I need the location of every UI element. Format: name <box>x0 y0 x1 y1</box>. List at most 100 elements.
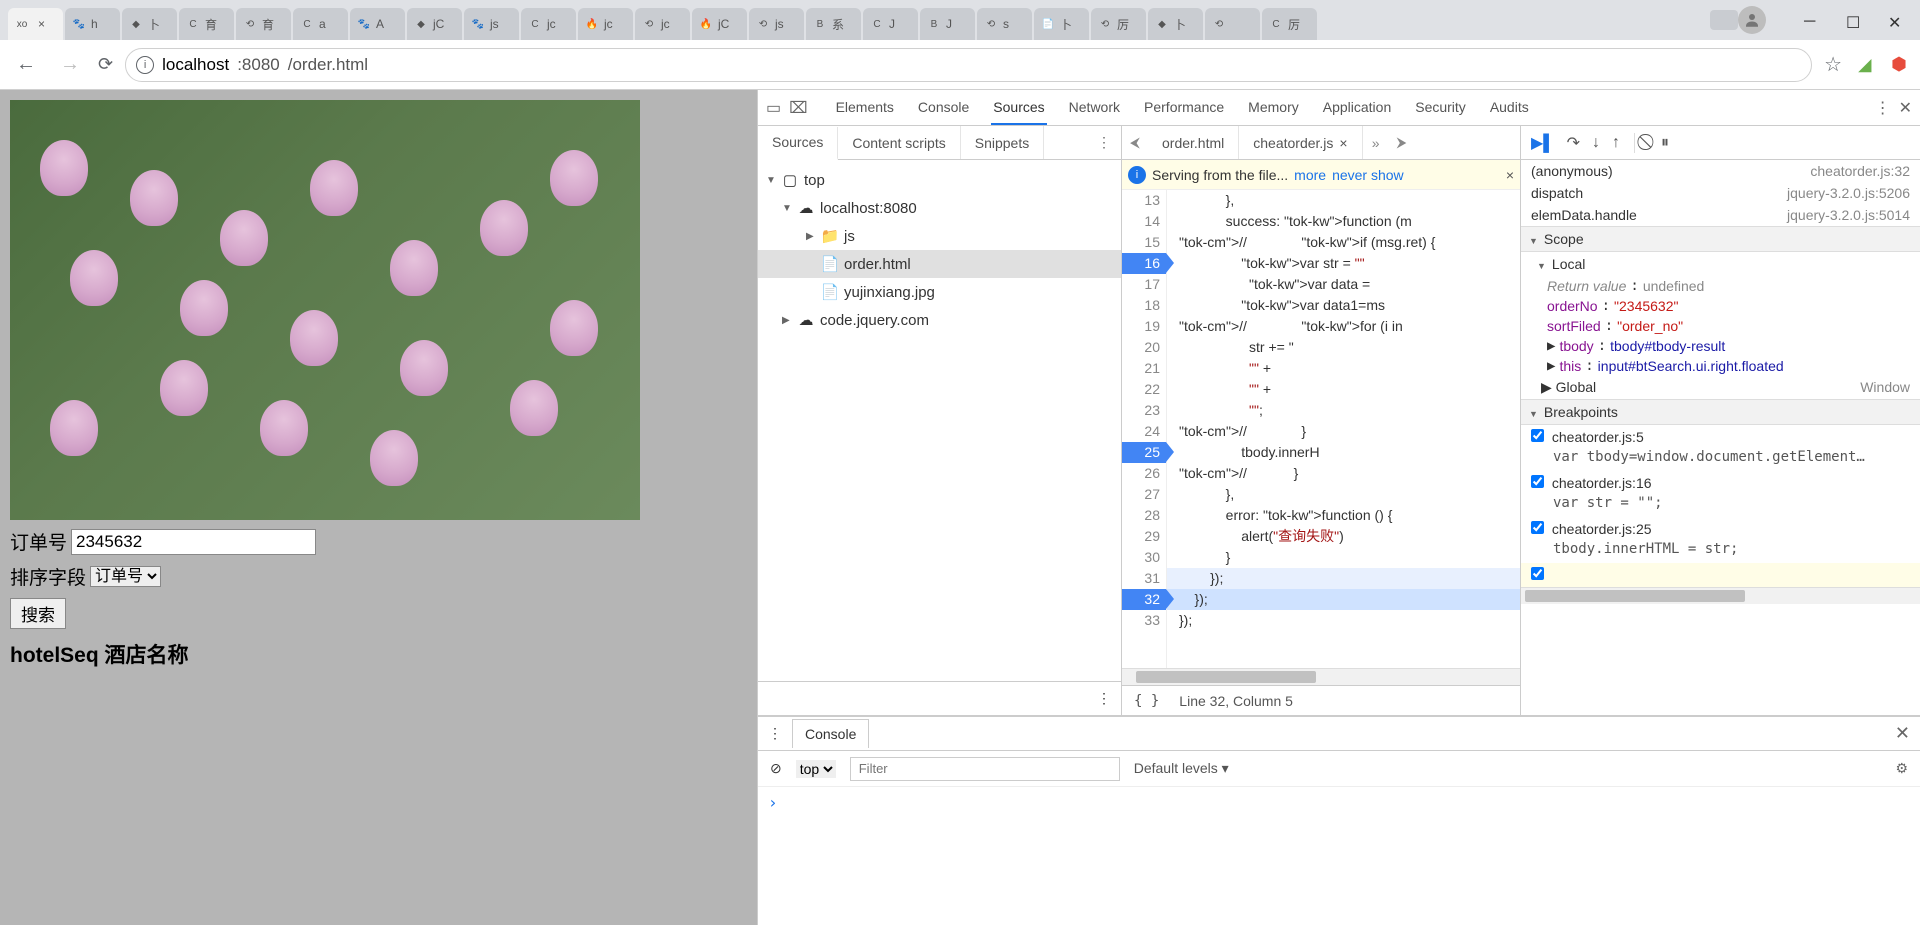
breakpoint-item[interactable]: cheatorder.js:5 <box>1521 425 1920 449</box>
gutter-line[interactable]: 25 <box>1122 442 1166 463</box>
scope-local-header[interactable]: Local <box>1521 252 1920 276</box>
scope-variable[interactable]: Return value: undefined <box>1521 276 1920 296</box>
step-over-icon[interactable]: ↷ <box>1567 133 1580 153</box>
inspect-icon[interactable]: ▭ <box>766 98 781 118</box>
gutter-line[interactable]: 32 <box>1122 589 1166 610</box>
gutter-line[interactable]: 13 <box>1122 190 1166 211</box>
scope-variable[interactable]: sortFiled: "order_no" <box>1521 316 1920 336</box>
tree-folder-js[interactable]: ▶📁js <box>758 222 1121 250</box>
tree-file-order-html[interactable]: 📄order.html <box>758 250 1121 278</box>
breakpoint-checkbox[interactable] <box>1531 475 1544 488</box>
gutter-line[interactable]: 29 <box>1122 526 1166 547</box>
drawer-menu-icon[interactable]: ⋮ <box>768 725 782 742</box>
browser-tab[interactable]: C育 <box>179 8 234 40</box>
gutter-line[interactable]: 30 <box>1122 547 1166 568</box>
step-into-icon[interactable]: ↓ <box>1592 134 1600 152</box>
forward-button[interactable]: → <box>54 47 86 82</box>
extension-icon-1[interactable]: ◢ <box>1854 54 1876 76</box>
maximize-button[interactable]: ☐ <box>1846 13 1860 27</box>
gutter-line[interactable]: 20 <box>1122 337 1166 358</box>
devtools-tab-performance[interactable]: Performance <box>1142 91 1226 125</box>
clear-console-icon[interactable]: ⊘ <box>770 760 782 777</box>
breakpoint-checkbox[interactable] <box>1531 429 1544 442</box>
browser-tab[interactable]: xo× <box>8 8 63 40</box>
devtools-close-icon[interactable]: ✕ <box>1899 98 1912 118</box>
callstack-frame[interactable]: (anonymous)cheatorder.js:32 <box>1521 160 1920 182</box>
gutter-line[interactable]: 17 <box>1122 274 1166 295</box>
scope-header[interactable]: Scope <box>1521 226 1920 252</box>
browser-tab[interactable]: 📄卜 <box>1034 8 1089 40</box>
devtools-tab-network[interactable]: Network <box>1067 91 1122 125</box>
browser-tab[interactable]: ⟲育 <box>236 8 291 40</box>
sort-select[interactable]: 订单号 <box>90 566 161 587</box>
code-line[interactable]: str += " <box>1167 337 1520 358</box>
close-tab-icon[interactable]: × <box>38 17 45 31</box>
browser-tab[interactable]: ⟲厉 <box>1091 8 1146 40</box>
devtools-menu-icon[interactable]: ⋮ <box>1875 98 1891 118</box>
gutter-line[interactable]: 18 <box>1122 295 1166 316</box>
code-line[interactable]: "" + <box>1167 358 1520 379</box>
code-line[interactable]: tbody.innerH <box>1167 442 1520 463</box>
nav-tab-sources[interactable]: Sources <box>758 127 838 160</box>
profile-avatar[interactable] <box>1738 6 1766 34</box>
reload-button[interactable]: ⟳ <box>98 54 113 75</box>
tree-top[interactable]: ▼▢top <box>758 166 1121 194</box>
code-line[interactable]: success: "tok-kw">function (m <box>1167 211 1520 232</box>
breakpoint-checkbox[interactable] <box>1531 521 1544 534</box>
gutter-line[interactable]: 22 <box>1122 379 1166 400</box>
scope-variable[interactable]: ▶ this: input#btSearch.ui.right.floated <box>1521 356 1920 376</box>
code-line[interactable]: "" + <box>1167 379 1520 400</box>
code-line[interactable]: }); <box>1167 589 1520 610</box>
close-window-button[interactable]: ✕ <box>1888 13 1902 27</box>
pause-exceptions-icon[interactable]: ⏸ <box>1661 134 1669 152</box>
gutter-line[interactable]: 26 <box>1122 463 1166 484</box>
navigator-menu-icon[interactable]: ⋮ <box>1097 690 1111 707</box>
step-out-icon[interactable]: ↑ <box>1612 134 1620 152</box>
file-tab-order[interactable]: order.html <box>1148 126 1239 159</box>
info-nevershow-link[interactable]: never show <box>1332 167 1404 183</box>
code-line[interactable]: "tok-cm">// } <box>1167 421 1520 442</box>
gutter-line[interactable]: 15 <box>1122 232 1166 253</box>
code-line[interactable]: "tok-cm">// "tok-kw">for (i in <box>1167 316 1520 337</box>
scope-variable[interactable]: orderNo: "2345632" <box>1521 296 1920 316</box>
breakpoint-item[interactable]: cheatorder.js:25 <box>1521 517 1920 541</box>
device-toggle-icon[interactable]: ⌧ <box>789 98 807 118</box>
browser-tab[interactable]: 🔥jC <box>692 8 747 40</box>
tree-cdn[interactable]: ▶☁code.jquery.com <box>758 306 1121 334</box>
gutter-line[interactable]: 31 <box>1122 568 1166 589</box>
browser-tab[interactable]: ◆卜 <box>1148 8 1203 40</box>
browser-tab[interactable]: 🐾js <box>464 8 519 40</box>
scope-global[interactable]: ▶ Global Window <box>1521 376 1920 399</box>
info-more-link[interactable]: more <box>1294 167 1326 183</box>
code-line[interactable]: }); <box>1167 610 1520 631</box>
file-tab-next-icon[interactable]: ⮞ <box>1389 134 1415 151</box>
code-line[interactable]: alert("查询失败") <box>1167 526 1520 547</box>
gutter-line[interactable]: 28 <box>1122 505 1166 526</box>
file-tab-cheatorder[interactable]: cheatorder.js× <box>1239 126 1362 159</box>
code-area[interactable]: 1314151617181920212223242526272829303132… <box>1122 190 1520 668</box>
code-line[interactable]: }); <box>1167 568 1520 589</box>
info-close-icon[interactable]: × <box>1506 167 1514 183</box>
order-input[interactable] <box>71 529 316 555</box>
devtools-tab-sources[interactable]: Sources <box>991 91 1046 125</box>
site-info-icon[interactable]: i <box>136 56 154 74</box>
nav-tab-menu-icon[interactable]: ⋮ <box>1087 134 1121 151</box>
browser-tab[interactable]: C厉 <box>1262 8 1317 40</box>
resume-icon[interactable]: ▶▌ <box>1531 133 1555 153</box>
minimize-button[interactable]: ─ <box>1804 13 1818 27</box>
browser-tab[interactable]: 🐾A <box>350 8 405 40</box>
gutter-line[interactable]: 33 <box>1122 610 1166 631</box>
breakpoint-checkbox[interactable] <box>1531 567 1544 580</box>
gutter-line[interactable]: 14 <box>1122 211 1166 232</box>
browser-tab[interactable]: CJ <box>863 8 918 40</box>
gutter-line[interactable]: 16 <box>1122 253 1166 274</box>
devtools-tab-elements[interactable]: Elements <box>834 91 896 125</box>
callstack-frame[interactable]: dispatchjquery-3.2.0.js:5206 <box>1521 182 1920 204</box>
devtools-tab-application[interactable]: Application <box>1321 91 1394 125</box>
gutter-line[interactable]: 21 <box>1122 358 1166 379</box>
console-settings-icon[interactable]: ⚙ <box>1895 760 1908 777</box>
console-prompt[interactable]: › <box>768 793 778 812</box>
browser-tab[interactable]: Ca <box>293 8 348 40</box>
console-context-select[interactable]: top <box>796 760 836 778</box>
drawer-tab-console[interactable]: Console <box>792 719 869 748</box>
